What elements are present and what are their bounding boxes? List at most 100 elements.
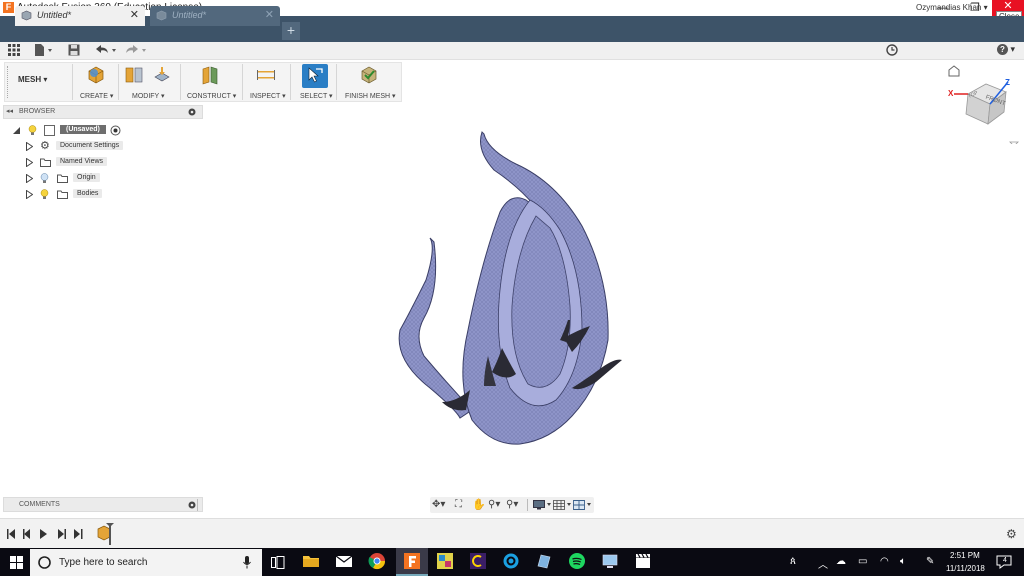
browser-root-node[interactable]: (Unsaved) xyxy=(12,125,162,137)
create-menu[interactable]: CREATE ▾ xyxy=(80,92,113,100)
zoom-icon[interactable]: ⚲▾ xyxy=(488,499,500,510)
expand-arrow-icon[interactable] xyxy=(26,190,33,199)
windows-start-icon[interactable] xyxy=(10,556,23,569)
pen-workspace-icon[interactable]: ✎ xyxy=(926,556,934,567)
viewcube[interactable] xyxy=(944,64,1024,144)
user-account-menu[interactable]: Ozymandias Khan ▾ xyxy=(916,3,988,12)
expand-arrow-icon[interactable] xyxy=(26,158,33,167)
help-icon: ? xyxy=(997,44,1008,55)
browser-item-origin[interactable]: Origin xyxy=(26,173,156,185)
workspace-switcher[interactable]: MESH ▾ xyxy=(18,75,68,89)
document-tab-inactive[interactable]: Untitled* ✕ xyxy=(150,6,280,26)
expand-arrow-icon[interactable] xyxy=(26,174,33,183)
orbit-icon[interactable]: ✥▾ xyxy=(432,499,445,510)
finish-mesh-menu[interactable]: FINISH MESH ▾ xyxy=(345,92,396,100)
root-label[interactable]: (Unsaved) xyxy=(60,125,106,134)
battery-icon[interactable]: ▭ xyxy=(858,556,867,567)
clapperboard-icon[interactable] xyxy=(634,552,652,570)
ribbon-separator xyxy=(242,64,243,100)
fit-view-icon[interactable]: ⚲▾ xyxy=(506,499,518,510)
step-back-icon xyxy=(23,529,30,539)
save-icon[interactable] xyxy=(68,44,80,56)
tab-close-icon[interactable]: ✕ xyxy=(265,8,274,21)
job-status-clock-icon[interactable] xyxy=(886,44,898,56)
nav-divider xyxy=(527,499,528,511)
task-view-icon[interactable] xyxy=(271,556,285,569)
grid-settings-icon[interactable] xyxy=(553,500,573,510)
folder-icon xyxy=(57,174,68,183)
viewports-icon[interactable] xyxy=(573,500,593,510)
finish-mesh-icon[interactable] xyxy=(359,65,379,85)
search-placeholder: Type here to search xyxy=(59,557,148,568)
file-menu-icon[interactable] xyxy=(34,44,54,56)
select-cursor-icon[interactable] xyxy=(305,65,325,85)
tab-label: Untitled* xyxy=(172,10,207,20)
pan-hand-icon[interactable]: ✋ xyxy=(472,498,486,511)
browser-item-named-views[interactable]: Named Views xyxy=(26,157,156,169)
onedrive-cloud-icon[interactable]: ☁ xyxy=(836,556,846,567)
app-icon-colorful[interactable] xyxy=(436,552,454,570)
activate-radio-icon[interactable] xyxy=(110,125,121,136)
document-tab-active[interactable]: Untitled* ✕ xyxy=(15,6,145,26)
data-panel-grid-icon[interactable] xyxy=(8,44,20,56)
redo-icon[interactable] xyxy=(124,44,148,56)
folder-icon xyxy=(40,158,51,167)
tab-close-icon[interactable]: ✕ xyxy=(130,8,139,21)
new-tab-button[interactable]: + xyxy=(282,22,300,40)
ribbon-grip xyxy=(7,66,9,98)
collapse-arrow-icon[interactable] xyxy=(12,126,21,135)
chrome-icon[interactable] xyxy=(368,552,386,570)
component-icon xyxy=(44,125,55,136)
taskbar-clock-date[interactable]: 11/11/2018 xyxy=(946,564,985,573)
fusion-app-icon: F xyxy=(3,2,14,13)
expand-arrow-icon[interactable] xyxy=(26,142,33,151)
document-icon xyxy=(21,10,32,21)
display-settings-icon[interactable] xyxy=(533,500,553,510)
tree-item-label: Bodies xyxy=(73,189,103,198)
create-mesh-icon[interactable] xyxy=(86,65,106,85)
select-menu[interactable]: SELECT ▾ xyxy=(300,92,333,100)
lightbulb-icon[interactable] xyxy=(40,189,49,200)
remesh-icon[interactable] xyxy=(152,65,172,85)
app-icon-blue-tilted[interactable] xyxy=(535,552,553,570)
microphone-icon[interactable] xyxy=(243,556,251,569)
browser-item-document-settings[interactable]: ⚙ Document Settings xyxy=(26,140,156,153)
undo-icon[interactable] xyxy=(94,44,118,56)
mesh-body-model[interactable] xyxy=(360,120,660,460)
people-icon[interactable]: ጰ xyxy=(790,556,796,567)
play-icon xyxy=(40,529,47,539)
comments-pin-icon[interactable] xyxy=(188,501,196,509)
skip-to-start-icon xyxy=(7,529,15,539)
modify-mesh-icon[interactable] xyxy=(124,65,144,85)
show-hidden-icons-chevron[interactable]: ︿ xyxy=(818,556,828,571)
taskbar-clock-time[interactable]: 2:51 PM xyxy=(950,551,980,560)
modify-menu[interactable]: MODIFY ▾ xyxy=(132,92,165,100)
browser-item-bodies[interactable]: Bodies xyxy=(26,189,156,201)
spotify-icon[interactable] xyxy=(568,552,586,570)
timeline-bar xyxy=(0,518,1024,548)
collapse-browser-icon[interactable]: ◂◂ xyxy=(6,107,13,115)
tab-label: Untitled* xyxy=(37,10,72,20)
wifi-icon[interactable]: ◠ xyxy=(880,556,889,567)
lightbulb-off-icon[interactable] xyxy=(40,173,49,184)
timeline-mesh-feature-icon[interactable] xyxy=(96,523,116,545)
look-at-icon[interactable]: ⛶ xyxy=(455,499,462,510)
app-icon-monitor[interactable] xyxy=(601,552,619,570)
browser-pin-icon[interactable] xyxy=(188,108,196,116)
timeline-settings-gear-icon[interactable]: ⚙ xyxy=(1006,527,1017,541)
construct-menu[interactable]: CONSTRUCT ▾ xyxy=(187,92,236,100)
app-icon-purple[interactable] xyxy=(469,552,487,570)
help-menu[interactable]: ? ▾ xyxy=(997,44,1015,55)
fusion360-taskbar-icon[interactable] xyxy=(403,552,421,570)
file-explorer-icon[interactable] xyxy=(302,552,320,570)
lightbulb-icon[interactable] xyxy=(28,125,37,136)
mail-icon[interactable] xyxy=(335,552,353,570)
home-view-icon[interactable] xyxy=(948,65,960,77)
measure-icon[interactable] xyxy=(256,65,276,85)
ribbon-separator xyxy=(336,64,337,100)
tree-item-label: Named Views xyxy=(56,157,108,166)
construct-plane-icon[interactable] xyxy=(200,65,220,85)
app-icon-cyan[interactable] xyxy=(502,552,520,570)
volume-icon[interactable]: 🔈︎ xyxy=(900,556,906,567)
inspect-menu[interactable]: INSPECT ▾ xyxy=(250,92,286,100)
